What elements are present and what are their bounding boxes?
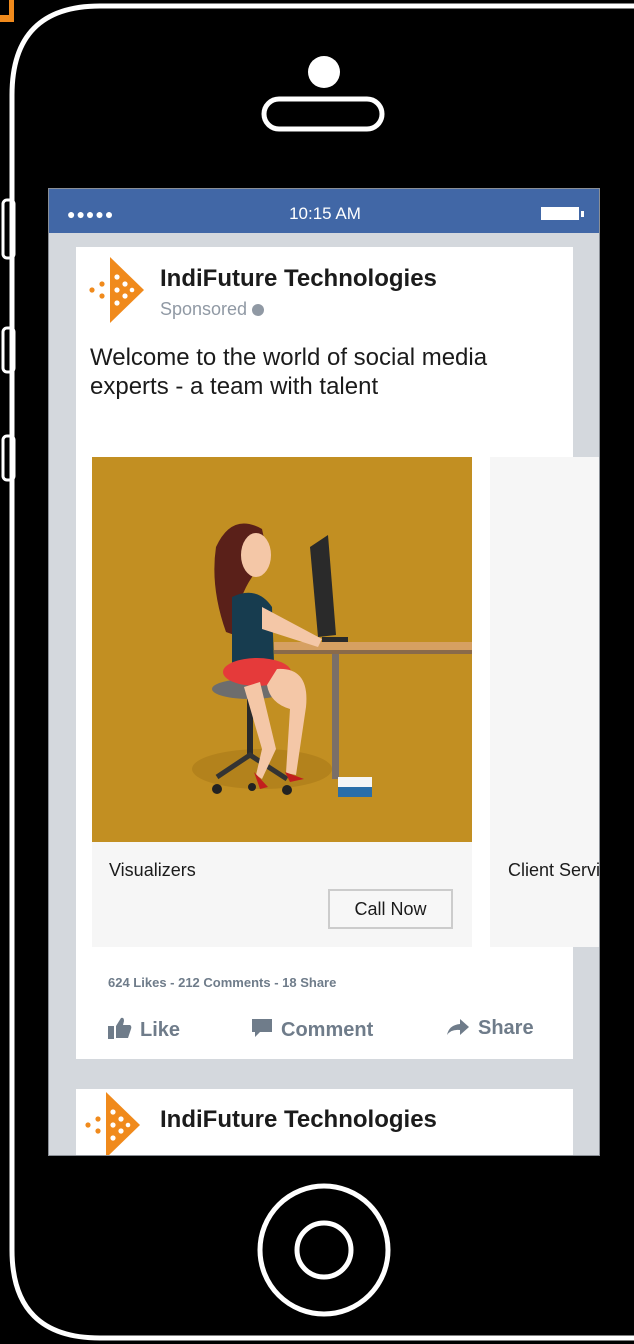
comment-label: Comment bbox=[281, 1019, 374, 1041]
globe-icon bbox=[252, 304, 265, 316]
share-arrow-icon bbox=[447, 1019, 469, 1035]
engagement-stats[interactable]: 624 Likes - 212 Comments - 18 Share bbox=[108, 975, 336, 990]
thumbs-up-icon bbox=[108, 1017, 132, 1039]
indifuture-logo-icon bbox=[89, 257, 144, 323]
status-bar: ●●●●● 10:15 AM bbox=[49, 189, 599, 233]
carousel-card-title: Visualizers bbox=[109, 860, 196, 880]
speaker-grille bbox=[261, 96, 385, 132]
status-time: 10:15 AM bbox=[289, 204, 361, 223]
battery-icon bbox=[541, 207, 584, 220]
comment-icon bbox=[252, 1019, 272, 1037]
sponsored-label: Sponsored bbox=[160, 299, 265, 320]
share-label: Share bbox=[478, 1017, 534, 1039]
sponsored-post: IndiFuture Technologies Sponsored Welcom… bbox=[76, 247, 599, 1059]
front-camera bbox=[308, 56, 340, 88]
indifuture-logo-icon-2 bbox=[85, 1092, 140, 1155]
next-post-page-name[interactable]: IndiFuture Technologies bbox=[160, 1106, 437, 1134]
sponsored-text: Sponsored bbox=[160, 299, 248, 319]
home-button[interactable] bbox=[257, 1183, 391, 1317]
comment-button[interactable]: Comment bbox=[251, 1017, 373, 1042]
like-label: Like bbox=[140, 1019, 181, 1041]
carousel-card-visualizers[interactable]: Visualizers Call Now bbox=[92, 457, 472, 947]
post-message: Welcome to the world of social media exp… bbox=[90, 344, 488, 400]
next-post: IndiFuture Technologies bbox=[76, 1089, 573, 1155]
post-page-name[interactable]: IndiFuture Technologies bbox=[160, 265, 437, 293]
phone-screen: ●●●●● 10:15 AM IndiFuture Technologies S… bbox=[48, 188, 600, 1156]
like-button[interactable]: Like bbox=[108, 1017, 180, 1042]
carousel-card-title-2: Client Service bbox=[508, 860, 600, 880]
post-actions: Like Comment Share bbox=[76, 1017, 573, 1057]
carousel-card-client-service[interactable]: Client Service bbox=[490, 457, 600, 947]
share-button[interactable]: Share bbox=[446, 1017, 534, 1040]
call-now-button[interactable]: Call Now bbox=[328, 889, 453, 929]
client-service-illustration bbox=[490, 457, 600, 842]
visualizer-illustration bbox=[92, 457, 472, 842]
